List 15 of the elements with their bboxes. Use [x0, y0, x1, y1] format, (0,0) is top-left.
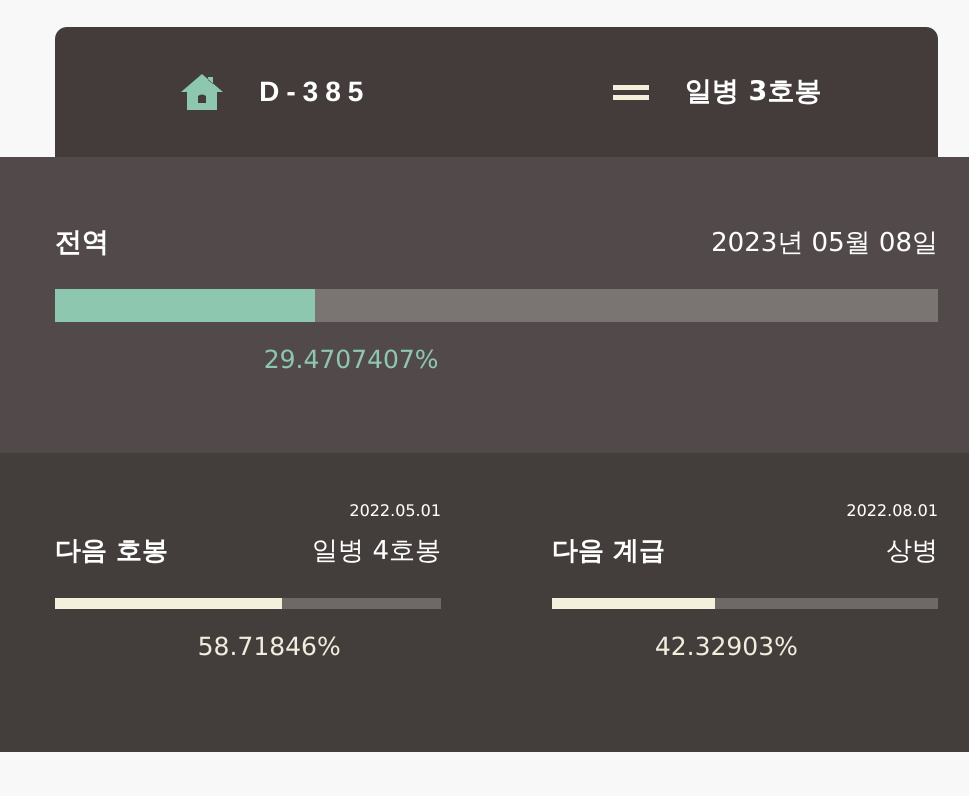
d-day-counter: D-385: [259, 75, 370, 109]
discharge-label: 전역: [55, 226, 109, 260]
next-value: 일병 4호봉: [312, 535, 441, 568]
current-rank: 일병 3호봉: [685, 75, 822, 109]
next-label: 다음 호봉: [55, 535, 168, 568]
discharge-date: 2023년 05월 08일: [711, 227, 938, 260]
house-icon: [181, 74, 224, 110]
next-value: 상병: [886, 535, 938, 568]
progress-percent: 58.71846%: [198, 631, 341, 663]
next-date: 2022.05.01: [349, 500, 441, 522]
next-date: 2022.08.01: [846, 500, 938, 522]
progress-percent: 29.4707407%: [264, 344, 439, 376]
next-label: 다음 계급: [552, 535, 666, 568]
progress-percent: 42.32903%: [654, 631, 798, 663]
equals-icon: [613, 84, 650, 100]
